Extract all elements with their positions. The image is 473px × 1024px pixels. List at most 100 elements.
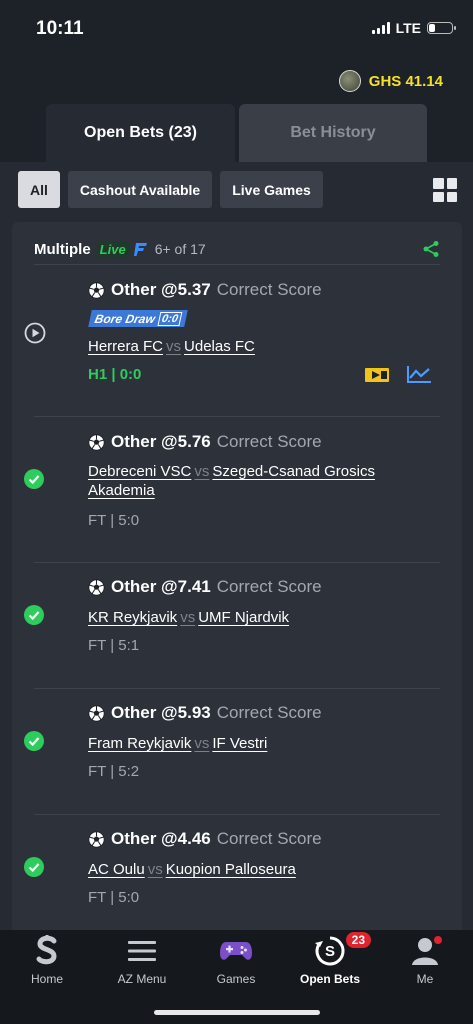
nav-az-menu-label: AZ Menu bbox=[117, 972, 167, 986]
nav-me-label: Me bbox=[416, 972, 434, 986]
signal-icon bbox=[371, 22, 390, 34]
match-teams[interactable]: KR Reykjavik vs UMF Njardvik bbox=[88, 608, 289, 627]
balance-amount: GHS 41.14 bbox=[368, 72, 443, 90]
open-bets-badge: 23 bbox=[345, 932, 371, 948]
vs-label: vs bbox=[147, 861, 163, 878]
battery-icon bbox=[427, 22, 456, 34]
check-circle-icon bbox=[24, 731, 44, 751]
pick-odds: Other @5.93 bbox=[111, 703, 211, 722]
svg-text:S: S bbox=[325, 943, 335, 960]
nav-me[interactable]: Me bbox=[378, 934, 472, 986]
filter-cashout-available[interactable]: Cashout Available bbox=[67, 171, 213, 208]
market-name: Correct Score bbox=[216, 280, 322, 299]
play-circle-icon[interactable] bbox=[24, 322, 46, 344]
gamepad-icon bbox=[219, 934, 253, 968]
divider bbox=[34, 562, 440, 563]
home-team: KR Reykjavik bbox=[88, 609, 178, 626]
nav-games[interactable]: Games bbox=[189, 934, 283, 986]
bet-slip-card[interactable]: Multiple Live 6+ of 17 Other @5.37 Corre… bbox=[12, 222, 462, 942]
divider bbox=[34, 416, 440, 417]
pick-line: Other @5.93 Correct Score bbox=[88, 703, 322, 723]
pick-line: Other @4.46 Correct Score bbox=[88, 829, 322, 849]
bet-type: Multiple bbox=[34, 240, 91, 258]
soccer-ball-icon bbox=[88, 433, 105, 451]
match-result: FT | 5:0 bbox=[88, 512, 140, 529]
filter-live-games[interactable]: Live Games bbox=[220, 171, 323, 208]
vs-label: vs bbox=[180, 609, 196, 626]
feature-logo-icon bbox=[133, 243, 147, 256]
market-name: Correct Score bbox=[216, 703, 322, 722]
status-icons: LTE bbox=[371, 20, 456, 36]
match-teams[interactable]: Debreceni VSC vs Szeged-Csanad Grosics Aka… bbox=[88, 462, 378, 500]
away-team: Kuopion Palloseura bbox=[165, 861, 296, 878]
check-circle-icon bbox=[24, 605, 44, 625]
pick-line: Other @7.41 Correct Score bbox=[88, 577, 322, 597]
nav-open-bets-label: Open Bets bbox=[299, 972, 360, 986]
status-bar: 10:11 LTE bbox=[0, 0, 473, 60]
stats-chart-icon[interactable] bbox=[406, 364, 432, 384]
bets-tab-strip: Open Bets (23) Bet History bbox=[0, 104, 473, 162]
soccer-ball-icon bbox=[88, 578, 105, 596]
selection-count: 6+ of 17 bbox=[154, 241, 206, 257]
away-team: UMF Njardvik bbox=[198, 609, 290, 626]
vs-label: vs bbox=[194, 463, 210, 480]
bore-draw-score: 0:0 bbox=[157, 311, 183, 326]
filter-bar: All Cashout Available Live Games bbox=[18, 171, 323, 208]
nav-open-bets[interactable]: S 23 Open Bets bbox=[283, 932, 377, 986]
match-teams[interactable]: Fram Reykjavik vs IF Vestri bbox=[88, 734, 267, 753]
network-label: LTE bbox=[395, 20, 421, 36]
tab-open-bets[interactable]: Open Bets (23) bbox=[46, 104, 235, 162]
nav-home-label: Home bbox=[30, 972, 63, 986]
live-badge: Live bbox=[96, 240, 129, 258]
vs-label: vs bbox=[194, 735, 210, 752]
soccer-ball-icon bbox=[88, 704, 105, 722]
live-stream-icon[interactable] bbox=[364, 366, 390, 384]
user-icon bbox=[408, 934, 442, 968]
check-circle-icon bbox=[24, 469, 44, 489]
market-name: Correct Score bbox=[216, 577, 322, 596]
pick-line: Other @5.37 Correct Score bbox=[88, 280, 322, 300]
away-team: Udelas FC bbox=[184, 338, 255, 355]
home-team: Herrera FC bbox=[88, 338, 164, 355]
check-circle-icon bbox=[24, 857, 44, 877]
pick-odds: Other @4.46 bbox=[111, 829, 211, 848]
soccer-ball-icon bbox=[88, 281, 105, 299]
soccer-ball-icon bbox=[88, 830, 105, 848]
avatar bbox=[338, 70, 361, 92]
match-result: FT | 5:1 bbox=[88, 637, 140, 654]
nav-home[interactable]: Home bbox=[0, 934, 94, 986]
hamburger-icon bbox=[125, 934, 159, 968]
home-indicator bbox=[154, 1010, 320, 1015]
pick-odds: Other @7.41 bbox=[111, 577, 211, 596]
pick-line: Other @5.76 Correct Score bbox=[88, 432, 322, 452]
open-bets-icon: S 23 bbox=[313, 932, 371, 968]
pick-odds: Other @5.37 bbox=[111, 280, 211, 299]
match-teams[interactable]: Herrera FC vs Udelas FC bbox=[88, 337, 255, 356]
vs-label: vs bbox=[166, 338, 182, 355]
share-icon[interactable] bbox=[422, 240, 440, 258]
match-teams[interactable]: AC Oulu vs Kuopion Palloseura bbox=[88, 860, 296, 879]
home-team: Fram Reykjavik bbox=[88, 735, 192, 752]
nav-games-label: Games bbox=[216, 972, 256, 986]
market-name: Correct Score bbox=[216, 829, 322, 848]
bore-draw-badge: Bore Draw 0:0 bbox=[88, 310, 188, 327]
grid-view-icon[interactable] bbox=[433, 178, 457, 202]
tab-bet-history[interactable]: Bet History bbox=[239, 104, 427, 162]
divider bbox=[34, 814, 440, 815]
notification-dot bbox=[434, 936, 442, 944]
card-header: Multiple Live 6+ of 17 bbox=[34, 234, 440, 264]
home-team: AC Oulu bbox=[88, 861, 145, 878]
match-result: H1 | 0:0 bbox=[88, 366, 142, 383]
match-result: FT | 5:2 bbox=[88, 763, 140, 780]
bore-draw-label: Bore Draw bbox=[93, 311, 157, 326]
nav-az-menu[interactable]: AZ Menu bbox=[95, 934, 189, 986]
filter-all[interactable]: All bbox=[18, 171, 60, 208]
divider bbox=[34, 688, 440, 689]
divider bbox=[34, 264, 440, 265]
home-team: Debreceni VSC bbox=[88, 463, 192, 480]
market-name: Correct Score bbox=[216, 432, 322, 451]
account-balance[interactable]: GHS 41.14 bbox=[338, 70, 443, 92]
status-time: 10:11 bbox=[36, 18, 84, 39]
match-result: FT | 5:0 bbox=[88, 889, 140, 906]
pick-odds: Other @5.76 bbox=[111, 432, 211, 451]
